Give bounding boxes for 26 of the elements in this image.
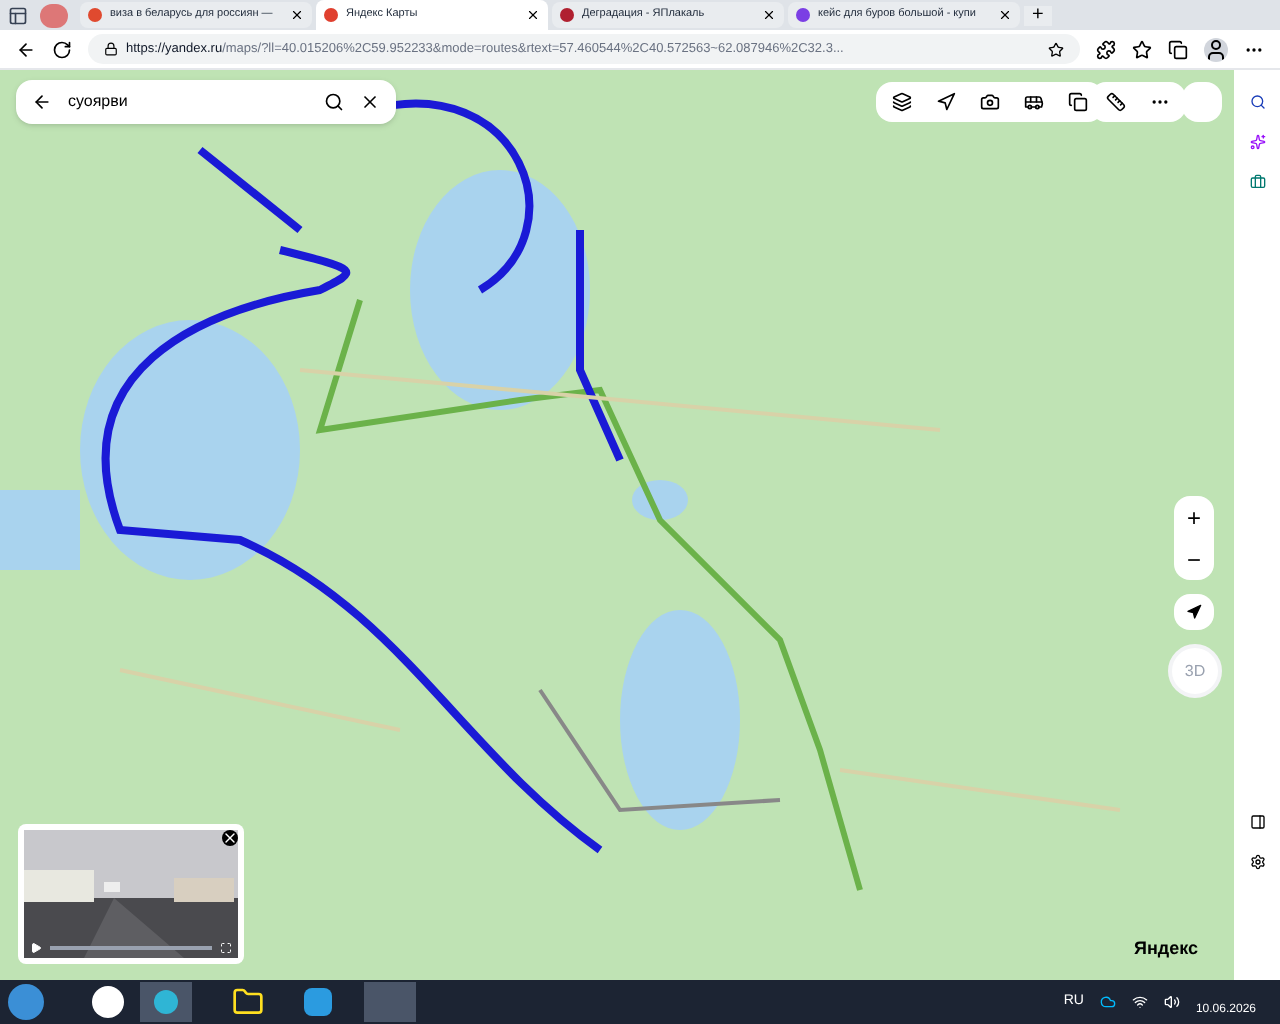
close-icon[interactable] (762, 8, 776, 22)
lock-icon (104, 42, 118, 56)
sidebar-icon[interactable] (1249, 814, 1265, 830)
settings-icon[interactable] (1249, 854, 1265, 870)
folder-icon[interactable] (232, 986, 264, 1018)
favorites-icon[interactable] (1132, 39, 1152, 59)
tab-actions-icon[interactable] (8, 5, 28, 25)
volume-icon[interactable] (1163, 994, 1180, 1010)
cloud-icon[interactable] (1099, 994, 1116, 1010)
close-icon[interactable] (526, 8, 540, 22)
back-icon[interactable] (16, 39, 36, 59)
app-taskbar-icon[interactable] (304, 988, 332, 1016)
briefcase-icon[interactable] (1249, 174, 1265, 190)
collections-icon[interactable] (1168, 39, 1188, 59)
favorite-icon[interactable] (1048, 41, 1064, 57)
reload-icon[interactable] (52, 39, 72, 59)
close-icon[interactable] (290, 8, 304, 22)
profile-icon[interactable] (1204, 37, 1228, 61)
start-button[interactable] (8, 984, 44, 1020)
extensions-icon[interactable] (1096, 39, 1116, 59)
close-icon[interactable] (998, 8, 1012, 22)
browser-taskbar-icon[interactable] (92, 986, 124, 1018)
search-icon[interactable] (1249, 94, 1265, 110)
network-icon[interactable] (1131, 994, 1148, 1010)
sparkle-icon[interactable] (1249, 134, 1265, 150)
new-tab-button[interactable]: + (1024, 5, 1052, 25)
